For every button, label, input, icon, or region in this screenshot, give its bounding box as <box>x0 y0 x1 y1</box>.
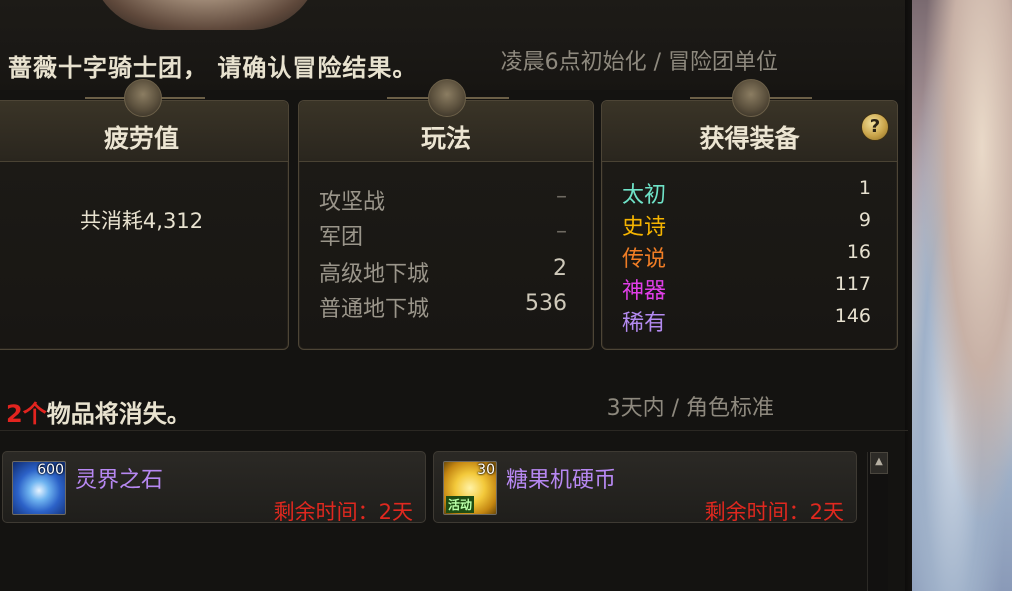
rarity-label: 稀有 <box>622 311 667 336</box>
rarity-label: 太初 <box>622 183 667 208</box>
rarity-label: 神器 <box>622 279 667 304</box>
event-tag: 活动 <box>446 496 475 513</box>
mode-row-normal-dungeon: 普通地下城 536 <box>319 291 567 323</box>
potion-crest-icon <box>123 79 162 117</box>
mode-label: 军团 <box>319 225 364 250</box>
armor-crest-icon <box>731 79 770 117</box>
modes-card: 玩法 攻坚战 – 军团 – 高级地下城 2 普通地下城 536 <box>298 79 594 350</box>
equipment-row-epic: 史诗 9 <box>622 209 871 241</box>
rarity-label: 史诗 <box>622 215 667 240</box>
mode-label: 高级地下城 <box>319 262 430 287</box>
fatigue-consumed: 共消耗4,312 <box>79 209 204 233</box>
modes-title: 玩法 <box>420 124 471 153</box>
rarity-count: 146 <box>834 305 871 327</box>
background-art <box>912 0 1012 591</box>
axe-crest-icon <box>428 79 466 117</box>
equipment-row-primeval: 太初 1 <box>622 177 871 209</box>
equipment-card: 获得装备 ? 太初 1 史诗 9 传说 16 神器 117 稀有 146 <box>601 79 898 350</box>
item-remaining-time: 剩余时间：2天 <box>704 500 844 524</box>
rarity-label: 传说 <box>622 247 667 272</box>
mode-row-raid: 攻坚战 – <box>319 184 567 216</box>
expiring-label: 物品将消失。 <box>46 400 191 428</box>
mode-label: 攻坚战 <box>319 190 386 215</box>
mode-value: 536 <box>525 291 567 316</box>
expiring-item-candy-coin[interactable]: 30 活动 糖果机硬币 剩余时间：2天 <box>433 451 857 524</box>
item-name: 糖果机硬币 <box>506 468 617 493</box>
mode-value: – <box>556 219 567 244</box>
help-icon[interactable]: ? <box>861 113 889 141</box>
rarity-count: 117 <box>834 273 871 295</box>
reset-note: 凌晨6点初始化 / 冒险团单位 <box>500 50 778 75</box>
adventure-result-panel: 蔷薇十字骑士团， 请确认冒险结果。 凌晨6点初始化 / 冒险团单位 疲劳值 共消… <box>0 0 908 591</box>
equipment-row-artifact: 神器 117 <box>622 273 871 305</box>
rarity-count: 9 <box>858 209 871 231</box>
equipment-row-legendary: 传说 16 <box>622 241 871 273</box>
mode-row-legion: 军团 – <box>319 219 567 251</box>
rarity-count: 16 <box>846 241 871 263</box>
rarity-count: 1 <box>858 177 871 199</box>
item-name: 灵界之石 <box>75 468 164 493</box>
item-count: 600 <box>37 462 64 478</box>
mode-value: 2 <box>553 256 567 281</box>
expiring-note: 3天内 / 角色标准 <box>606 396 774 421</box>
equipment-row-rare: 稀有 146 <box>622 305 871 337</box>
expiring-title: 2个物品将消失。 <box>6 394 191 429</box>
mode-label: 普通地下城 <box>319 297 430 322</box>
item-remaining-time: 剩余时间：2天 <box>273 500 413 524</box>
item-count: 30 <box>477 462 495 478</box>
equipment-title: 获得装备 <box>699 124 800 153</box>
mode-row-advanced-dungeon: 高级地下城 2 <box>319 256 567 288</box>
candy-coin-icon: 30 活动 <box>443 461 497 515</box>
page-title: 蔷薇十字骑士团， 请确认冒险结果。 <box>8 54 418 82</box>
expiring-item-spirit-stone[interactable]: 600 灵界之石 剩余时间：2天 <box>2 451 426 524</box>
items-scrollbar[interactable]: ▲ <box>867 452 888 591</box>
expiring-count: 2个 <box>6 400 47 428</box>
fatigue-card: 疲劳值 共消耗4,312 <box>0 79 289 350</box>
mode-value: – <box>556 184 567 209</box>
spirit-stone-icon: 600 <box>12 461 66 515</box>
fatigue-title: 疲劳值 <box>103 124 179 153</box>
scroll-up-button[interactable]: ▲ <box>870 452 888 474</box>
divider <box>0 430 908 431</box>
